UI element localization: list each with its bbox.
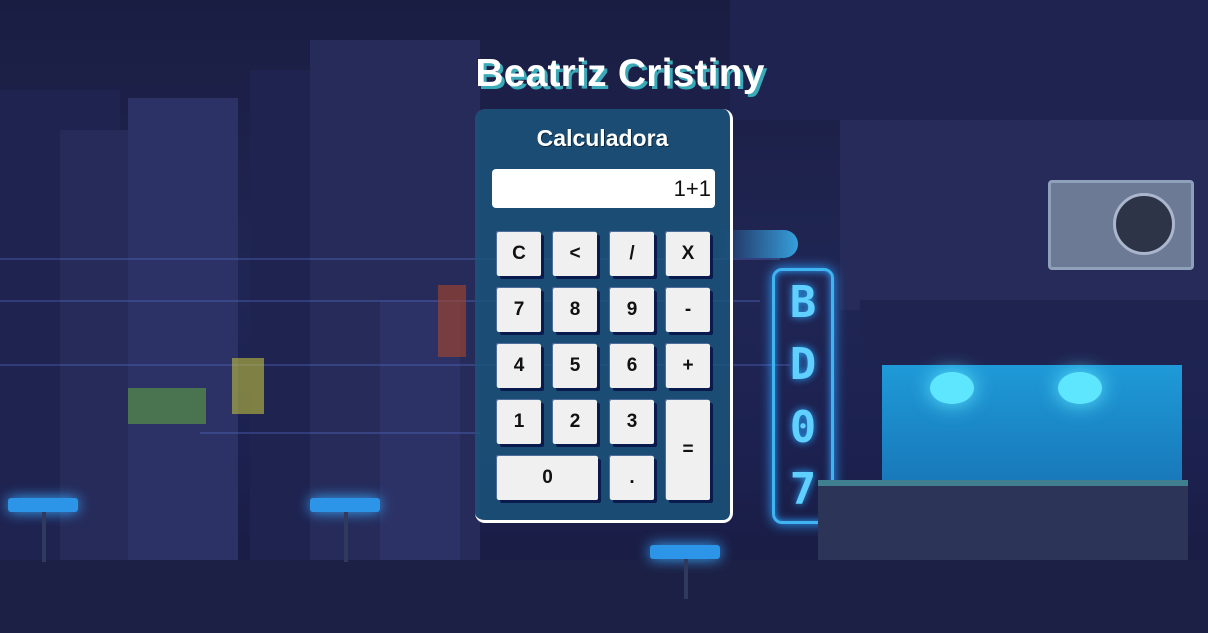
- lamp-pole: [344, 512, 348, 562]
- digit-3-button[interactable]: 3: [610, 400, 654, 444]
- sign-panel: [232, 358, 264, 414]
- digit-0-button[interactable]: 0: [497, 456, 598, 500]
- neon-sign-letter: D: [789, 339, 817, 391]
- digit-6-button[interactable]: 6: [610, 344, 654, 388]
- street-lamp: [8, 498, 78, 512]
- digit-4-button[interactable]: 4: [497, 344, 541, 388]
- digit-9-button[interactable]: 9: [610, 288, 654, 332]
- digit-8-button[interactable]: 8: [553, 288, 597, 332]
- ceiling-lamp: [1058, 372, 1102, 404]
- fan-icon: [1113, 193, 1175, 255]
- digit-7-button[interactable]: 7: [497, 288, 541, 332]
- building: [128, 98, 238, 560]
- neon-sign-letter: 0: [789, 401, 817, 453]
- light-streak: [200, 432, 480, 434]
- building: [860, 300, 1208, 360]
- page-title: Beatriz Cristiny: [475, 52, 765, 96]
- plus-button[interactable]: +: [666, 344, 710, 388]
- clear-button[interactable]: C: [497, 232, 541, 276]
- building: [250, 70, 310, 560]
- backspace-button[interactable]: <: [553, 232, 597, 276]
- calculator-display[interactable]: [492, 169, 715, 208]
- sign-panel: [438, 285, 466, 357]
- decimal-button[interactable]: .: [610, 456, 654, 500]
- minus-button[interactable]: -: [666, 288, 710, 332]
- digit-5-button[interactable]: 5: [553, 344, 597, 388]
- digit-2-button[interactable]: 2: [553, 400, 597, 444]
- divide-button[interactable]: /: [610, 232, 654, 276]
- calculator-title: Calculadora: [536, 125, 669, 151]
- lit-room: [882, 365, 1182, 485]
- neon-sign-letter: 7: [789, 464, 817, 516]
- building: [60, 130, 130, 560]
- street: [0, 560, 1208, 633]
- air-conditioner: [1048, 180, 1194, 270]
- lamp-pole: [42, 512, 46, 562]
- lamp-pole: [684, 559, 688, 599]
- equals-button[interactable]: =: [666, 400, 710, 500]
- street-lamp: [310, 498, 380, 512]
- ceiling-lamp: [930, 372, 974, 404]
- multiply-button[interactable]: X: [666, 232, 710, 276]
- calculator-panel: Calculadora C < / X 7 8 9 - 4 5 6 + 1 2 …: [475, 109, 733, 523]
- neon-sign-letter: B: [789, 276, 817, 328]
- street-lamp: [650, 545, 720, 559]
- digit-1-button[interactable]: 1: [497, 400, 541, 444]
- lit-windows: [128, 388, 206, 424]
